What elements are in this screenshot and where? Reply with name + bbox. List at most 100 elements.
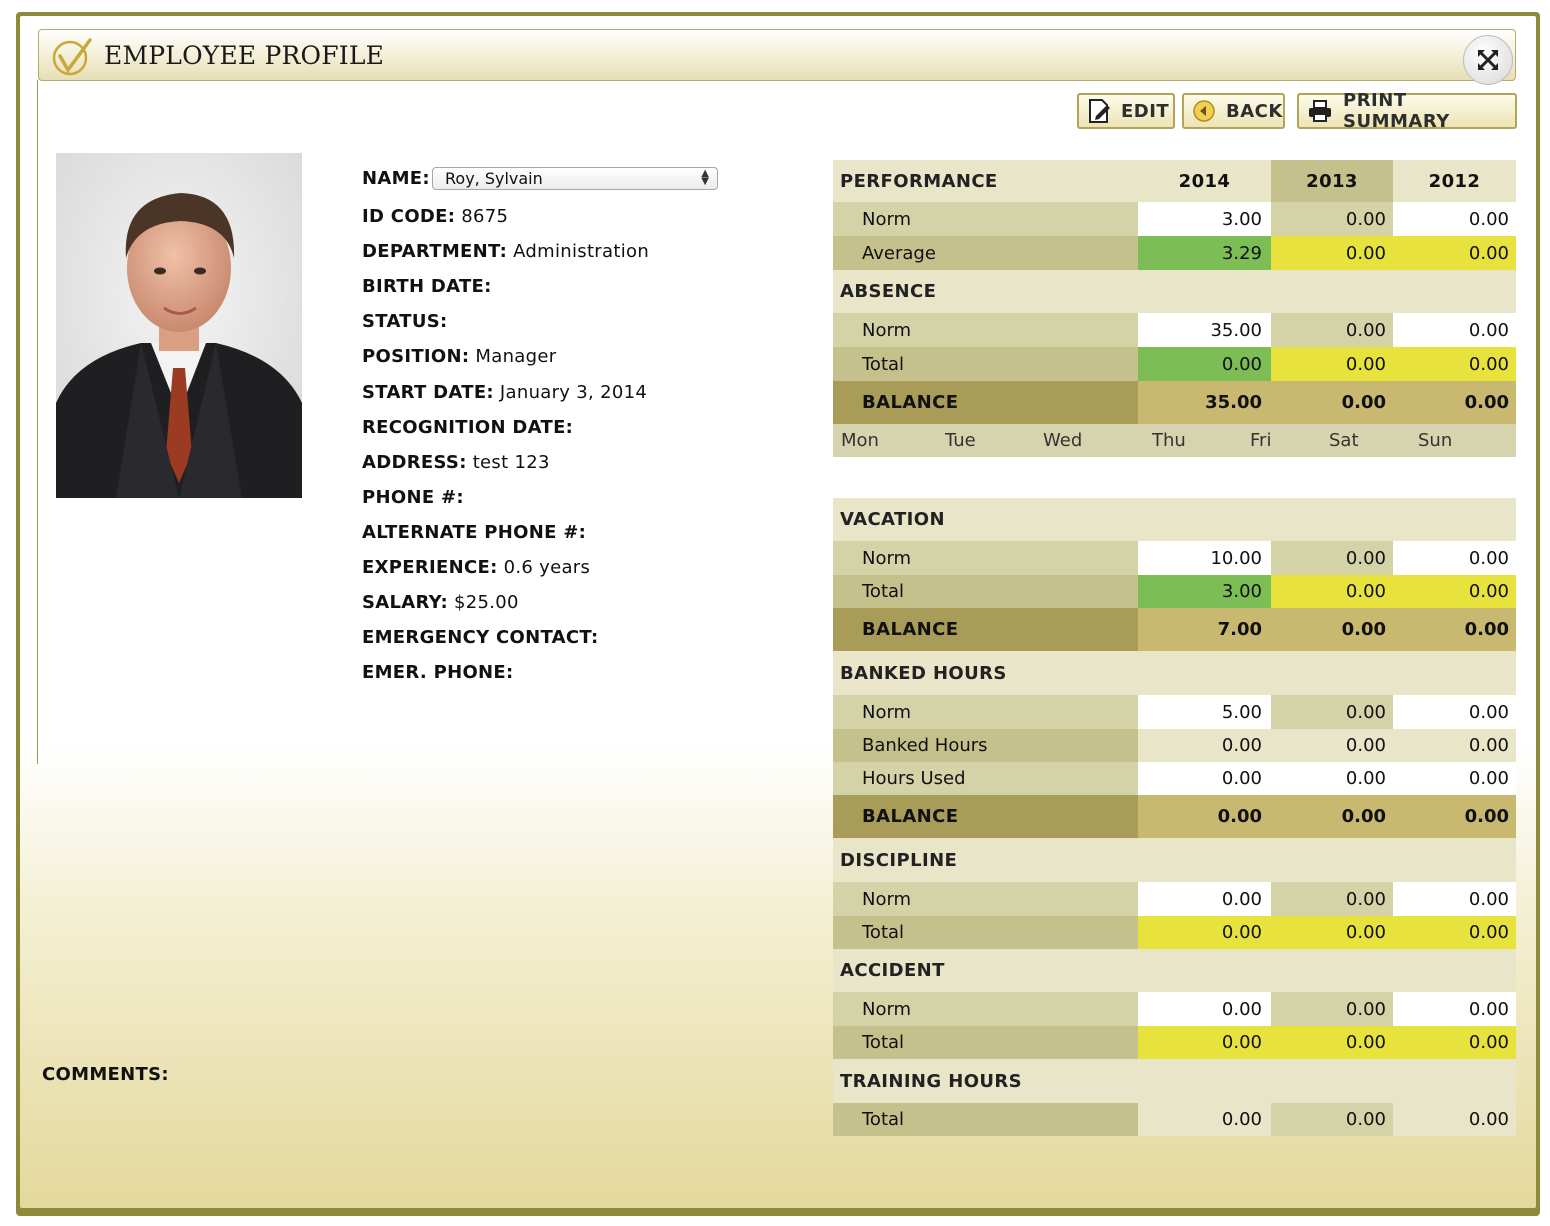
field-value: test 123 (472, 452, 550, 473)
balance-row: BALANCE 7.00 0.00 0.00 (833, 608, 1516, 651)
field-value: 0.6 years (503, 557, 591, 578)
table-row: Norm 0.00 0.00 0.00 (833, 992, 1516, 1026)
edit-button[interactable]: EDIT (1077, 93, 1175, 129)
table-row: Norm 3.00 0.00 0.00 (833, 202, 1516, 236)
profile-field: PHONE #: (362, 486, 470, 510)
row-value: 0.00 (1138, 1026, 1271, 1059)
field-label: EMER. PHONE: (362, 662, 514, 683)
day-sun: Sun (1418, 430, 1453, 451)
employee-photo (56, 153, 302, 498)
row-value: 0.00 (1271, 916, 1393, 949)
day-mon: Mon (841, 430, 879, 451)
row-value: 0.00 (1138, 992, 1271, 1026)
section-title: BANKED HOURS (840, 662, 1007, 684)
row-value: 0.00 (1138, 347, 1271, 381)
employee-name-select[interactable]: Roy, Sylvain ▲ ▼ (432, 167, 718, 190)
checkmark-logo-icon (52, 38, 92, 76)
row-value: 0.00 (1271, 1103, 1393, 1136)
row-value: 0.00 (1271, 992, 1393, 1026)
field-value: 8675 (461, 206, 509, 227)
profile-field: STATUS: (362, 310, 454, 334)
day-tue: Tue (945, 430, 976, 451)
table-row: Total 0.00 0.00 0.00 (833, 1103, 1516, 1136)
printer-icon (1309, 100, 1331, 122)
section-header-row: VACATION (833, 498, 1516, 541)
row-value: 0.00 (1138, 729, 1271, 762)
field-label: PHONE #: (362, 487, 464, 508)
back-button[interactable]: BACK (1182, 93, 1285, 129)
table-row: Total 0.00 0.00 0.00 (833, 1026, 1516, 1059)
panel-divider (37, 80, 38, 764)
field-label: ALTERNATE PHONE #: (362, 522, 587, 543)
section-header-row: DISCIPLINE (833, 838, 1516, 882)
section-title: VACATION (840, 509, 945, 530)
row-value: 0.00 (1271, 541, 1393, 575)
profile-field: ID CODE: 8675 (362, 205, 508, 229)
row-label: Total (833, 347, 1138, 381)
row-value: 0.00 (1271, 202, 1393, 236)
row-value: 0.00 (1271, 762, 1393, 795)
row-value: 0.00 (1271, 347, 1393, 381)
day-sat: Sat (1329, 430, 1359, 451)
field-label: EMERGENCY CONTACT: (362, 627, 599, 648)
year-header: 2012 (1428, 170, 1481, 192)
balance-value: 7.00 (1217, 619, 1262, 640)
balance-value: 0.00 (1217, 806, 1262, 827)
name-field: NAME: (362, 167, 430, 191)
row-value: 0.00 (1393, 882, 1516, 916)
profile-field: RECOGNITION DATE: (362, 416, 579, 440)
section-title: DISCIPLINE (840, 849, 958, 871)
day-thu: Thu (1152, 430, 1186, 451)
row-value: 0.00 (1393, 916, 1516, 949)
field-label: SALARY: (362, 592, 448, 613)
table-row: Total 0.00 0.00 0.00 (833, 347, 1516, 381)
name-label: NAME: (362, 168, 430, 189)
window-title: EMPLOYEE PROFILE (104, 41, 385, 70)
table-header-row: PERFORMANCE 2014 2013 2012 (833, 160, 1516, 202)
balance-value: 0.00 (1464, 806, 1509, 827)
table-row: Norm 10.00 0.00 0.00 (833, 541, 1516, 575)
section-title: ACCIDENT (840, 960, 945, 981)
row-label: Total (833, 1103, 1138, 1136)
print-summary-button[interactable]: PRINT SUMMARY (1297, 90, 1517, 132)
table-row: Banked Hours 0.00 0.00 0.00 (833, 729, 1516, 762)
balance-value: 0.00 (1464, 619, 1509, 640)
row-label: Norm (833, 541, 1138, 575)
balance-value: 0.00 (1341, 806, 1386, 827)
table-row: Norm 0.00 0.00 0.00 (833, 882, 1516, 916)
row-value: 0.00 (1393, 1103, 1516, 1136)
weekday-row: Mon Tue Wed Thu Fri Sat Sun (833, 424, 1516, 457)
employee-name-value: Roy, Sylvain (445, 169, 543, 188)
row-value: 0.00 (1138, 1103, 1271, 1136)
profile-field: EMER. PHONE: (362, 661, 520, 685)
row-value: 35.00 (1138, 313, 1271, 347)
balance-value: 0.00 (1341, 392, 1386, 413)
row-value: 0.00 (1271, 236, 1393, 270)
field-value: $25.00 (453, 592, 519, 613)
row-value: 0.00 (1271, 313, 1393, 347)
day-fri: Fri (1250, 430, 1272, 451)
table-row: Average 3.29 0.00 0.00 (833, 236, 1516, 270)
print-summary-label: PRINT SUMMARY (1343, 90, 1450, 132)
section-title: TRAINING HOURS (840, 1070, 1023, 1092)
profile-field: ALTERNATE PHONE #: (362, 521, 592, 545)
row-value: 0.00 (1393, 347, 1516, 381)
row-label: Average (833, 236, 1138, 270)
row-label: Norm (833, 992, 1138, 1026)
row-value: 10.00 (1138, 541, 1271, 575)
profile-field: EMERGENCY CONTACT: (362, 626, 605, 650)
table-row: Norm 35.00 0.00 0.00 (833, 313, 1516, 347)
section-header-row: BANKED HOURS (833, 651, 1516, 695)
comments-label: COMMENTS: (42, 1064, 169, 1085)
year-header: 2014 (1178, 170, 1231, 192)
table-row: Norm 5.00 0.00 0.00 (833, 695, 1516, 729)
balance-value: 35.00 (1205, 392, 1262, 413)
row-value: 0.00 (1393, 695, 1516, 729)
row-label: Norm (833, 313, 1138, 347)
row-value: 0.00 (1393, 1026, 1516, 1059)
maximize-button[interactable] (1463, 35, 1513, 85)
section-header-row: ACCIDENT (833, 949, 1516, 992)
back-arrow-icon (1193, 100, 1215, 122)
row-label: Norm (833, 882, 1138, 916)
section-title: PERFORMANCE (840, 170, 998, 192)
